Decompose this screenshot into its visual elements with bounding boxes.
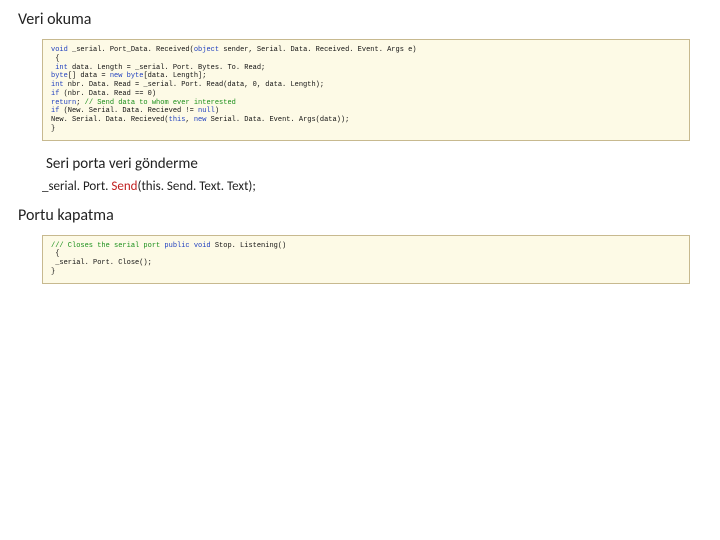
- code-token: // Send data to whom ever interested: [85, 99, 236, 107]
- code-token: Serial. Data. Event. Args(data));: [206, 116, 349, 124]
- code-token: sender, Serial. Data. Received. Event. A…: [219, 46, 416, 54]
- code-token: _serial. Port. Close();: [51, 259, 152, 267]
- code-token: ;: [76, 99, 84, 107]
- code-block-read: void _serial. Port_Data. Received(object…: [42, 39, 690, 141]
- code-token: int: [51, 81, 64, 89]
- code-token: byte: [51, 72, 68, 80]
- code-token: }: [51, 268, 55, 276]
- code-token: ): [215, 107, 219, 115]
- heading-close: Portu kapatma: [18, 206, 702, 225]
- code-token: [data. Length];: [143, 72, 206, 80]
- code-token: /// Closes the serial port: [51, 242, 160, 250]
- heading-read: Veri okuma: [18, 10, 702, 29]
- code-token: null: [198, 107, 215, 115]
- code-token: nbr. Data. Read = _serial. Port. Read(da…: [64, 81, 324, 89]
- code-token: public void: [160, 242, 210, 250]
- code-token: Stop. Listening(): [211, 242, 287, 250]
- code-block-close: /// Closes the serial port public void S…: [42, 235, 690, 284]
- api-prefix: _serial. Port.: [42, 179, 111, 194]
- code-token: data. Length = _serial. Port. Bytes. To.…: [68, 64, 265, 72]
- code-token: {: [51, 55, 59, 63]
- code-token: ,: [185, 116, 193, 124]
- api-suffix: (this. Send. Text. Text);: [138, 179, 256, 194]
- code-token: new byte: [110, 72, 144, 80]
- code-token: return: [51, 99, 76, 107]
- code-token: new: [194, 116, 207, 124]
- code-token: this: [169, 116, 186, 124]
- code-token: (New. Serial. Data. Recieved !=: [59, 107, 198, 115]
- code-token: (nbr. Data. Read == 0): [59, 90, 156, 98]
- code-token: void: [51, 46, 68, 54]
- api-call-line: _serial. Port. Send(this. Send. Text. Te…: [42, 179, 702, 194]
- code-token: {: [51, 250, 59, 258]
- code-token: }: [51, 125, 55, 133]
- heading-send: Seri porta veri gönderme: [46, 155, 702, 173]
- code-token: object: [194, 46, 219, 54]
- code-token: [] data =: [68, 72, 110, 80]
- api-method: Send: [111, 179, 137, 194]
- code-token: _serial. Port_Data. Received(: [68, 46, 194, 54]
- code-token: New. Serial. Data. Recieved(: [51, 116, 169, 124]
- code-token: int: [51, 64, 68, 72]
